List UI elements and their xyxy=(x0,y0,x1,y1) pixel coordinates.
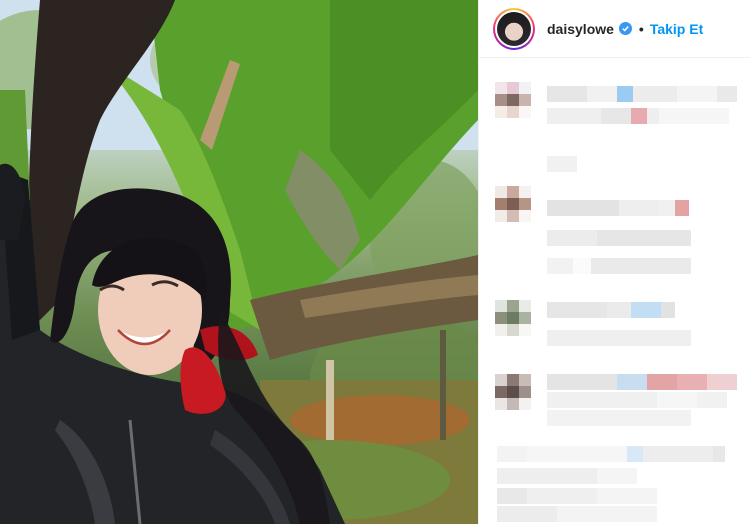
avatar-inner xyxy=(495,9,533,48)
comment-avatar[interactable] xyxy=(495,82,531,118)
post-side-panel: daisylowe • Takip Et xyxy=(478,0,750,524)
verified-badge-icon xyxy=(618,22,632,35)
comment-avatar[interactable] xyxy=(495,300,531,336)
comment-avatar[interactable] xyxy=(495,374,531,410)
username-link[interactable]: daisylowe xyxy=(547,21,614,37)
avatar[interactable] xyxy=(493,7,535,50)
header-separator: • xyxy=(638,20,644,37)
avatar-image xyxy=(497,11,531,46)
photo-illustration xyxy=(0,0,478,524)
comment-avatar[interactable] xyxy=(495,186,531,222)
post-header: daisylowe • Takip Et xyxy=(479,0,750,58)
follow-button[interactable]: Takip Et xyxy=(650,21,703,37)
post-photo[interactable] xyxy=(0,0,478,524)
